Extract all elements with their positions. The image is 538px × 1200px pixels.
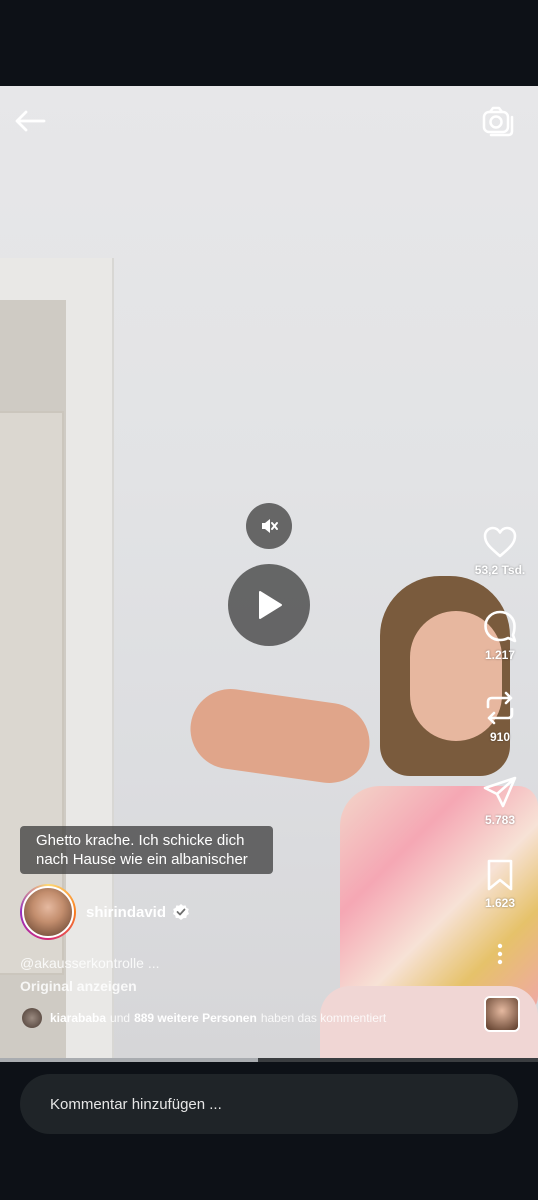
share-icon [483,776,517,808]
back-button[interactable] [12,104,48,138]
play-button[interactable] [228,564,310,646]
activity-user: kiarababa [50,1011,107,1025]
heart-icon [483,526,517,558]
audio-thumbnail[interactable] [484,996,520,1032]
person-arm [185,683,375,789]
activity-line[interactable]: kiarababa und 889 weitere Personen haben… [22,1008,390,1028]
avatar [22,886,74,938]
activity-connector: und [110,1011,131,1025]
verified-icon [173,904,190,920]
mute-icon [262,519,278,533]
comment-icon [484,610,517,643]
share-count: 5.783 [484,813,516,827]
back-arrow-icon [15,110,46,132]
camera-button[interactable] [478,102,518,140]
comment-input[interactable]: Kommentar hinzufügen ... [20,1074,518,1134]
mention-text[interactable]: @akausserkontrolle ... [20,955,160,971]
original-link[interactable]: Original anzeigen [20,978,137,994]
more-options-button[interactable] [470,943,530,965]
activity-suffix: haben das kommentiert [260,1011,387,1025]
comment-action[interactable]: 1.217 [470,608,530,662]
avatar-ring[interactable] [20,884,76,940]
share-action[interactable]: 5.783 [470,775,530,827]
activity-others: 889 weitere Personen [134,1011,257,1025]
save-action[interactable]: 1.623 [470,858,530,910]
video-caption: Ghetto krache. Ich schicke dich nach Hau… [20,826,273,874]
username[interactable]: shirindavid [86,904,166,921]
mute-button[interactable] [246,503,292,549]
play-icon [259,591,282,619]
camera-icon [482,106,514,137]
repost-count: 910 [489,730,511,744]
like-action[interactable]: 53,2 Tsd. [470,525,530,577]
more-icon [497,943,503,965]
comment-count: 1.217 [484,648,516,662]
bookmark-icon [487,859,513,891]
status-bar [0,0,538,86]
like-count: 53,2 Tsd. [474,563,526,577]
save-count: 1.623 [484,896,516,910]
mini-avatar [22,1008,42,1028]
repost-icon [486,691,514,725]
author-profile[interactable]: shirindavid [20,884,190,940]
repost-action[interactable]: 910 [470,690,530,744]
